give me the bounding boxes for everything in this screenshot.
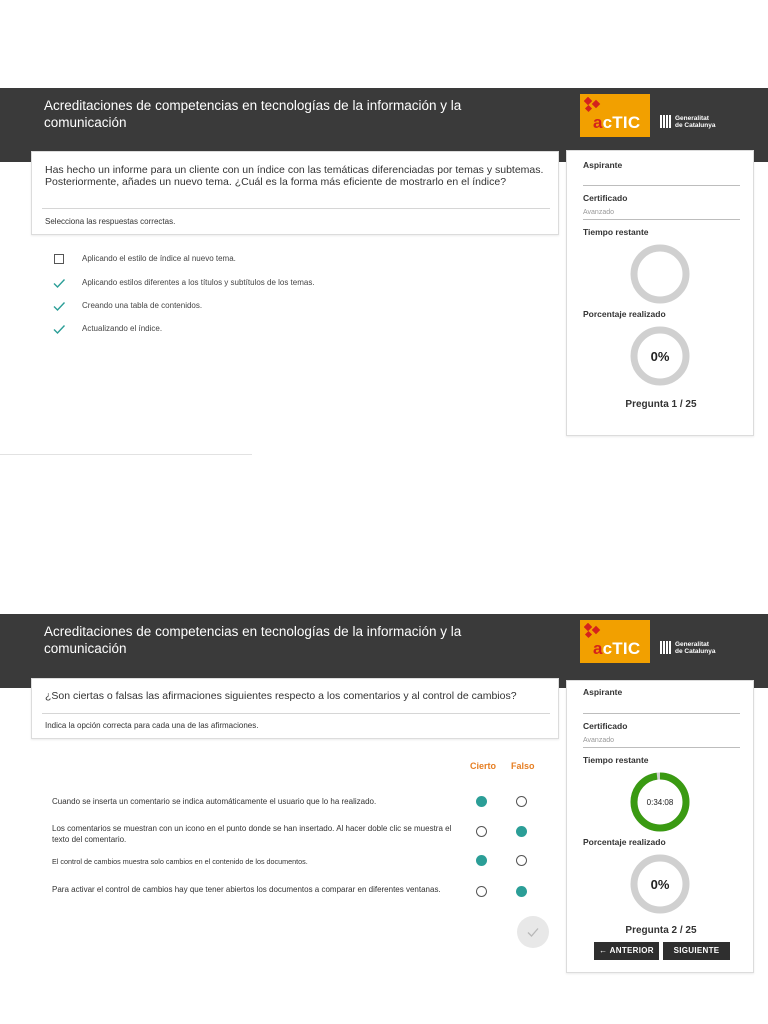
certificado-line xyxy=(583,747,740,748)
checkmark-icon[interactable] xyxy=(52,299,66,313)
radio-falso[interactable] xyxy=(516,796,527,807)
checkmark-icon[interactable] xyxy=(52,322,66,336)
percentage-ring: 0% xyxy=(630,326,690,386)
answer-option[interactable]: Actualizando el índice. xyxy=(52,322,452,336)
aspirante-line xyxy=(583,185,740,186)
question-text: Has hecho un informe para un cliente con… xyxy=(45,164,544,188)
statement-text: Cuando se inserta un comentario se indic… xyxy=(52,797,377,806)
actic-logo: acTIC xyxy=(580,94,650,137)
time-remaining-value: 0:34:08 xyxy=(647,798,674,807)
question-divider xyxy=(42,208,550,209)
statement-text: Para activar el control de cambios hay q… xyxy=(52,885,441,894)
confirm-answer-button[interactable] xyxy=(517,916,549,948)
divider-line xyxy=(0,454,252,455)
generalitat-logo-text: Generalitat de Catalunya xyxy=(675,641,716,655)
statement-row: Cuando se inserta un comentario se indic… xyxy=(52,796,532,810)
statement-row: Los comentarios se muestran con un icono… xyxy=(52,823,532,847)
percentage-value: 0% xyxy=(651,877,670,892)
statement-text: Los comentarios se muestran con un icono… xyxy=(52,824,452,844)
radio-cierto[interactable] xyxy=(476,826,487,837)
aspirante-label: Aspirante xyxy=(583,160,623,170)
progress-sidebar: Aspirante Certificado Avanzado Tiempo re… xyxy=(566,150,754,436)
answer-option-label: Creando una tabla de contenidos. xyxy=(82,301,203,310)
answer-option[interactable]: Aplicando el estilo de índice al nuevo t… xyxy=(52,252,452,266)
certificado-label: Certificado xyxy=(583,193,628,203)
aspirante-line xyxy=(583,713,740,714)
time-ring xyxy=(630,244,690,304)
radio-falso[interactable] xyxy=(516,826,527,837)
aspirante-label: Aspirante xyxy=(583,687,623,697)
statement-text: El control de cambios muestra solo cambi… xyxy=(52,857,308,866)
time-ring: 0:34:08 xyxy=(630,772,690,832)
app-header: Acreditaciones de competencias en tecnol… xyxy=(0,614,768,688)
checkmark-icon xyxy=(527,928,539,937)
radio-falso[interactable] xyxy=(516,886,527,897)
radio-cierto[interactable] xyxy=(476,886,487,897)
porcentaje-label: Porcentaje realizado xyxy=(583,837,666,847)
question-counter: Pregunta 2 / 25 xyxy=(625,925,697,936)
actic-logo-text: acTIC xyxy=(593,639,641,658)
app-title: Acreditaciones de competencias en tecnol… xyxy=(44,98,462,130)
percentage-value: 0% xyxy=(651,349,670,364)
column-header-cierto: Cierto xyxy=(470,761,497,771)
statement-row: Para activar el control de cambios hay q… xyxy=(52,884,532,908)
actic-logo-text: acTIC xyxy=(593,113,641,132)
question-counter: Pregunta 1 / 25 xyxy=(625,399,697,410)
generalitat-logo-icon xyxy=(660,115,671,128)
screenshot-question-1: Acreditaciones de competencias en tecnol… xyxy=(0,88,768,438)
tiempo-label: Tiempo restante xyxy=(583,227,649,237)
answer-option-label: Aplicando estilos diferentes a los títul… xyxy=(82,278,315,287)
answer-option-label: Aplicando el estilo de índice al nuevo t… xyxy=(82,254,236,263)
tiempo-label: Tiempo restante xyxy=(583,755,649,765)
checkbox-icon[interactable] xyxy=(52,252,66,266)
checkmark-icon[interactable] xyxy=(52,276,66,290)
radio-cierto[interactable] xyxy=(476,855,487,866)
certificado-value: Avanzado xyxy=(583,737,615,744)
previous-button[interactable]: ← ANTERIOR xyxy=(594,942,659,960)
question-instruction: Indica la opción correcta para cada una … xyxy=(45,721,259,730)
certificado-label: Certificado xyxy=(583,721,628,731)
certificado-value: Avanzado xyxy=(583,209,615,216)
app-title: Acreditaciones de competencias en tecnol… xyxy=(44,624,462,656)
porcentaje-label: Porcentaje realizado xyxy=(583,309,666,319)
radio-cierto[interactable] xyxy=(476,796,487,807)
question-card: ¿Son ciertas o falsas las afirmaciones s… xyxy=(31,678,559,739)
question-text: ¿Son ciertas o falsas las afirmaciones s… xyxy=(45,690,517,702)
question-card: Has hecho un informe para un cliente con… xyxy=(31,151,559,235)
answer-option[interactable]: Creando una tabla de contenidos. xyxy=(52,299,452,313)
screenshot-question-2: Acreditaciones de competencias en tecnol… xyxy=(0,614,768,1014)
generalitat-logo-text: Generalitat de Catalunya xyxy=(675,115,716,129)
next-button[interactable]: SIGUIENTE xyxy=(663,942,730,960)
column-header-falso: Falso xyxy=(511,761,535,771)
generalitat-logo-icon xyxy=(660,641,671,654)
percentage-ring: 0% xyxy=(630,854,690,914)
answer-option[interactable]: Aplicando estilos diferentes a los títul… xyxy=(52,276,452,290)
answer-option-label: Actualizando el índice. xyxy=(82,324,163,333)
radio-falso[interactable] xyxy=(516,855,527,866)
statement-row: El control de cambios muestra solo cambi… xyxy=(52,855,532,870)
certificado-line xyxy=(583,219,740,220)
progress-sidebar: Aspirante Certificado Avanzado Tiempo re… xyxy=(566,680,754,973)
actic-logo: acTIC xyxy=(580,620,650,663)
question-divider xyxy=(42,713,550,714)
question-instruction: Selecciona las respuestas correctas. xyxy=(45,217,176,226)
